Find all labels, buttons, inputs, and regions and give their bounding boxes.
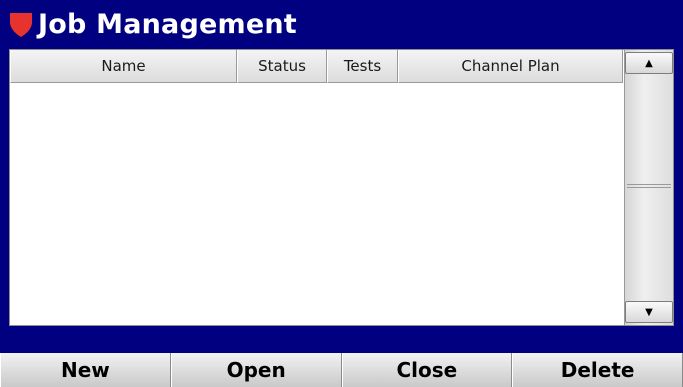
- column-header-name[interactable]: Name: [10, 50, 237, 83]
- page-title: Job Management: [38, 8, 297, 40]
- title-bar: Job Management: [0, 0, 683, 48]
- scroll-up-button[interactable]: ▲: [625, 52, 673, 74]
- triangle-up-icon: ▲: [645, 57, 653, 69]
- table-header: Name Status Tests Channel Plan: [10, 50, 623, 83]
- column-header-channel-plan[interactable]: Channel Plan: [398, 50, 623, 83]
- column-header-status[interactable]: Status: [237, 50, 327, 83]
- shield-icon: [10, 13, 32, 37]
- app-window: Job Management Name Status Tests Channel…: [0, 0, 683, 387]
- close-button[interactable]: Close: [341, 353, 513, 387]
- job-list-panel: Name Status Tests Channel Plan ▲ ▼: [9, 49, 674, 326]
- soft-key-bar: New Open Close Delete: [0, 353, 683, 387]
- table-rows[interactable]: [10, 83, 623, 325]
- job-table: Name Status Tests Channel Plan: [10, 50, 623, 325]
- triangle-down-icon: ▼: [645, 306, 653, 318]
- delete-button[interactable]: Delete: [512, 353, 683, 387]
- new-button[interactable]: New: [0, 353, 171, 387]
- column-header-tests[interactable]: Tests: [327, 50, 398, 83]
- vertical-scrollbar[interactable]: ▲ ▼: [624, 50, 673, 325]
- scroll-down-button[interactable]: ▼: [625, 301, 673, 323]
- scroll-thumb-grip[interactable]: [627, 184, 671, 192]
- open-button[interactable]: Open: [170, 353, 342, 387]
